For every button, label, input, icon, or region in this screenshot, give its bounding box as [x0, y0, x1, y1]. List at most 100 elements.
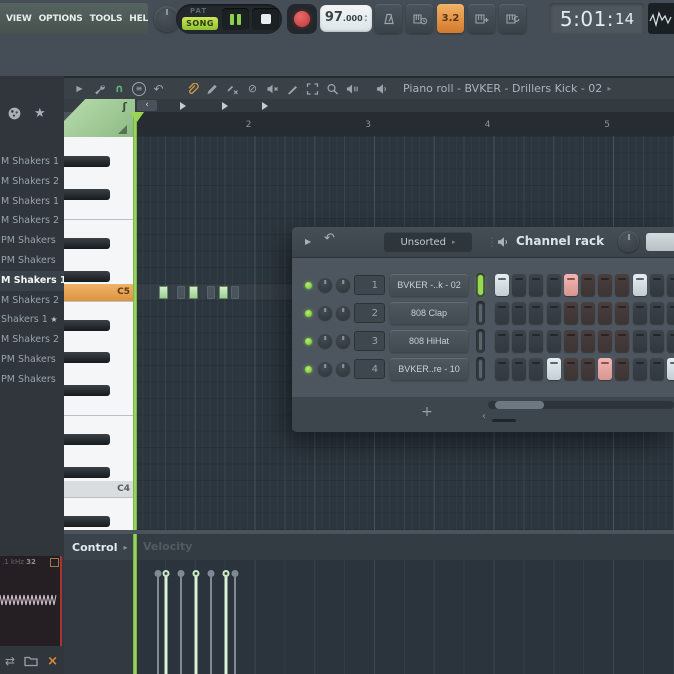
- velocity-stem[interactable]: [231, 570, 239, 674]
- piano-key-white[interactable]: [64, 415, 135, 431]
- step-button[interactable]: [512, 358, 527, 380]
- wait-for-input-button[interactable]: [406, 4, 433, 33]
- tempo-display[interactable]: 97.000 ▴ ▾: [320, 5, 372, 32]
- pattern-marker-icon[interactable]: [180, 102, 186, 110]
- step-button[interactable]: [563, 274, 578, 296]
- delete-tool-icon[interactable]: [225, 82, 240, 96]
- menu-item-help[interactable]: HELP: [129, 14, 148, 24]
- loop-record-button[interactable]: [499, 4, 526, 33]
- browser-item[interactable]: M Shakers 2: [0, 211, 64, 231]
- channel-select-fader[interactable]: [476, 301, 485, 325]
- step-button[interactable]: [615, 358, 630, 380]
- rack-volume-knob[interactable]: [618, 231, 639, 252]
- step-button[interactable]: [667, 274, 674, 296]
- step-button[interactable]: [529, 274, 544, 296]
- channel-pan-knob[interactable]: [318, 278, 332, 292]
- piano-key-white[interactable]: [64, 497, 135, 513]
- piano-key-black[interactable]: [64, 467, 110, 478]
- velocity-stem[interactable]: [192, 570, 200, 674]
- piano-key-white[interactable]: [64, 203, 135, 219]
- step-button[interactable]: [529, 302, 544, 324]
- rack-light-button[interactable]: [646, 233, 674, 251]
- velocity-stem[interactable]: [162, 570, 170, 674]
- paint-tool-icon[interactable]: [205, 82, 220, 96]
- piano-key-white[interactable]: [64, 219, 135, 235]
- channel-number[interactable]: 3: [354, 331, 385, 351]
- piano-key-white[interactable]: [64, 252, 135, 268]
- channel-pan-knob[interactable]: [318, 334, 332, 348]
- add-channel-button[interactable]: +: [418, 403, 436, 421]
- rack-scrollbar[interactable]: [488, 401, 674, 409]
- step-button[interactable]: [546, 274, 561, 296]
- record-button[interactable]: [287, 4, 317, 34]
- group-filter-selector[interactable]: Unsorted ▸: [384, 232, 472, 252]
- marker-row[interactable]: ‹: [135, 99, 674, 112]
- step-button[interactable]: [512, 274, 527, 296]
- menu-icon[interactable]: ≡: [132, 81, 146, 96]
- piano-key-white[interactable]: [64, 137, 135, 153]
- menu-item-tools[interactable]: TOOLS: [90, 14, 123, 24]
- step-button[interactable]: [495, 302, 509, 324]
- browser-item[interactable]: PM Shakers: [0, 251, 64, 271]
- note[interactable]: [189, 286, 198, 299]
- channel-enable-led[interactable]: [305, 282, 312, 289]
- channel-number[interactable]: 1: [354, 275, 385, 295]
- step-button[interactable]: [546, 358, 561, 380]
- channel-name-button[interactable]: BVKER -..k - 02: [390, 274, 468, 296]
- draw-tool-icon[interactable]: [92, 82, 107, 96]
- zoom-tool-icon[interactable]: [325, 82, 340, 96]
- velocity-lane[interactable]: [135, 560, 674, 674]
- browser-item[interactable]: PM Shakers: [0, 370, 64, 390]
- browser-item[interactable]: PM Shakers: [0, 350, 64, 370]
- step-button[interactable]: [581, 330, 595, 352]
- step-button[interactable]: [581, 302, 595, 324]
- step-button[interactable]: [632, 358, 647, 380]
- step-button[interactable]: [598, 274, 613, 296]
- playback-tool-icon[interactable]: [345, 82, 360, 96]
- note[interactable]: [159, 286, 168, 299]
- step-button[interactable]: [563, 358, 578, 380]
- step-button[interactable]: [563, 330, 578, 352]
- piano-key-white[interactable]: [64, 448, 135, 464]
- step-button[interactable]: [529, 358, 544, 380]
- step-button[interactable]: [512, 330, 527, 352]
- step-button[interactable]: [512, 302, 527, 324]
- step-button[interactable]: [632, 330, 647, 352]
- rack-scrollbar-thumb[interactable]: [495, 401, 544, 409]
- channel-enable-led[interactable]: [305, 366, 312, 373]
- swap-icon[interactable]: ⇄: [5, 654, 15, 668]
- browser-item[interactable]: M Shakers 1: [0, 152, 64, 172]
- step-button[interactable]: [649, 274, 664, 296]
- tempo-spinner[interactable]: ▴ ▾: [365, 13, 368, 24]
- step-button[interactable]: [632, 274, 647, 296]
- pat-song-switch[interactable]: PAT SONG: [182, 6, 218, 32]
- piano-roll-title[interactable]: Piano roll - BVKER - Drillers Kick - 02: [403, 82, 602, 95]
- step-button[interactable]: [598, 358, 613, 380]
- step-button[interactable]: [529, 330, 544, 352]
- metronome-button[interactable]: [375, 4, 402, 33]
- channel-name-button[interactable]: BVKER..re - 10: [390, 358, 468, 380]
- channel-select-fader[interactable]: [476, 273, 485, 297]
- piano-key-c4[interactable]: C4: [64, 480, 135, 498]
- step-button[interactable]: [563, 302, 578, 324]
- pattern-marker-icon[interactable]: [222, 102, 228, 110]
- piano-key-white[interactable]: [64, 334, 135, 350]
- channel-volume-knob[interactable]: [336, 334, 350, 348]
- step-button[interactable]: [615, 274, 630, 296]
- piano-key-c5[interactable]: C5: [64, 284, 135, 301]
- scroll-left-button[interactable]: ‹: [137, 100, 157, 111]
- ghost-note[interactable]: [177, 286, 185, 299]
- step-button[interactable]: [598, 302, 613, 324]
- prohibit-tool-icon[interactable]: ⊘: [245, 82, 260, 96]
- step-button[interactable]: [667, 330, 674, 352]
- pause-button[interactable]: [222, 8, 249, 30]
- snap-magnet-icon[interactable]: ∩: [112, 82, 127, 96]
- browser-item[interactable]: M Shakers 2: [0, 330, 64, 350]
- step-button[interactable]: [667, 302, 674, 324]
- pat-mode-label[interactable]: PAT: [190, 7, 207, 15]
- sample-preview[interactable]: .1 kHz 32: [0, 556, 62, 646]
- channel-enable-led[interactable]: [305, 310, 312, 317]
- channel-pan-knob[interactable]: [318, 362, 332, 376]
- select-tool-icon[interactable]: [305, 82, 320, 96]
- folder-icon[interactable]: [24, 656, 38, 667]
